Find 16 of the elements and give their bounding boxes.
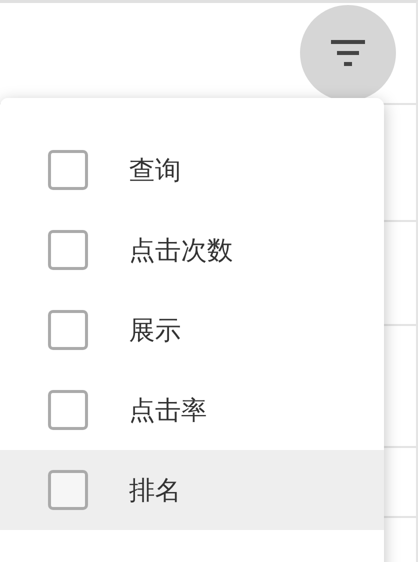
menu-item-label: 点击率 bbox=[129, 394, 207, 428]
menu-item[interactable]: 排名 bbox=[0, 450, 384, 530]
checkbox[interactable] bbox=[48, 150, 88, 190]
filter-icon bbox=[331, 40, 365, 66]
menu-item-label: 排名 bbox=[129, 474, 181, 508]
menu-item-label: 查询 bbox=[129, 154, 181, 188]
menu-item[interactable]: 查询 bbox=[0, 130, 384, 210]
menu-item-label: 点击次数 bbox=[129, 234, 233, 268]
checkbox[interactable] bbox=[48, 310, 88, 350]
menu-item[interactable]: 展示 bbox=[0, 290, 384, 370]
menu-item-label: 展示 bbox=[129, 314, 181, 348]
checkbox[interactable] bbox=[48, 470, 88, 510]
checkbox[interactable] bbox=[48, 230, 88, 270]
menu-item[interactable]: 点击次数 bbox=[0, 210, 384, 290]
checkbox[interactable] bbox=[48, 390, 88, 430]
menu-item[interactable]: 点击率 bbox=[0, 370, 384, 450]
